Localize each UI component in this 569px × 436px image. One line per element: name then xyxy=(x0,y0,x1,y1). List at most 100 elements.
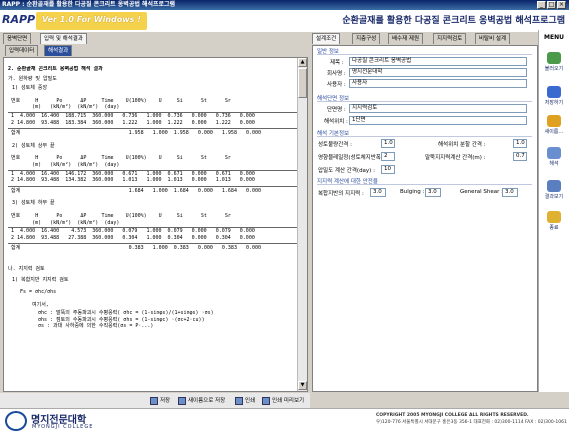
menu-save[interactable]: 저장하기 xyxy=(539,86,569,106)
report-scrollbar[interactable]: ▲ ▼ xyxy=(297,58,307,391)
b3-field[interactable]: 3.0 xyxy=(502,188,518,197)
section-location-label: 해석위치 : xyxy=(324,119,348,125)
minimize-button[interactable]: _ xyxy=(537,1,546,9)
tab-input-result[interactable]: 입력 및 해석결과 xyxy=(40,33,87,44)
table2-row: 2 14.800 93.488 134.382 360.000 1.013 1.… xyxy=(8,177,255,184)
table2-row: 1 4.000 16.400 146.172 360.000 0.671 1.0… xyxy=(8,169,298,178)
version-badge: Ver 1.0 For Windows ! xyxy=(36,12,147,30)
print-preview-icon xyxy=(262,397,270,405)
address-line: 우)120-776 서울특별시 서대문구 홍은3동 356-1 대표전화 : 0… xyxy=(376,420,567,425)
company-label: 회사명 : xyxy=(327,71,346,77)
save-as-icon xyxy=(178,397,186,405)
table1-row: 2 14.800 93.488 183.384 360.000 1.222 1.… xyxy=(8,119,255,126)
table3-header2: (m) (kN/m²) (kN/m²) (day) xyxy=(8,219,120,226)
c3-field[interactable]: 2 xyxy=(381,152,395,161)
tab-slope-design[interactable]: 비탈비 설계 xyxy=(475,33,511,44)
tab-drain-spec[interactable]: 배수재 제원 xyxy=(388,33,424,44)
menu-analyze[interactable]: 해석 xyxy=(539,147,569,167)
header-title: 순환골재를 활용한 다공질 콘크리트 옹벽공법 해석프로그램 xyxy=(300,10,569,32)
menu-analyze-label: 해석 xyxy=(549,161,559,167)
report-content: 2. 순환골재 콘크리트 옹벽공법 해석 결과 가. 원하량 및 압밀도 1) … xyxy=(8,66,298,386)
save-icon xyxy=(150,397,158,405)
table3-sum: 합계 0.383 1.000 0.383 0.000 0.383 0.000 xyxy=(8,243,298,252)
table3-row: 1 4.000 16.400 4.573 360.000 0.079 1.000… xyxy=(8,227,298,235)
section-name-label: 단면명 : xyxy=(327,107,346,113)
table2-sum: 합계 1.684 1.000 1.684 0.000 1.684 0.000 xyxy=(8,185,298,195)
save-as-label: 새이름으로 저장 xyxy=(188,398,226,404)
print-preview-button[interactable]: 인쇄 미리보기 xyxy=(262,396,304,406)
c4-field[interactable]: 0.7 xyxy=(513,152,527,161)
menu-save-as-label: 새이름… xyxy=(544,129,564,135)
report-where: 여기서, xyxy=(32,301,49,308)
results-icon xyxy=(547,180,561,192)
save-as-button[interactable]: 새이름으로 저장 xyxy=(178,396,225,406)
c1-field[interactable]: 1.0 xyxy=(381,139,395,148)
menu-results-label: 결과보기 xyxy=(544,194,564,200)
maximize-button[interactable]: □ xyxy=(547,1,556,9)
user-field[interactable]: 사용자 xyxy=(349,79,527,88)
university-name-en: MYONGJI COLLEGE xyxy=(32,424,94,430)
title-field[interactable]: 다공질 콘크리트 옹벽공법 xyxy=(349,57,527,66)
table3-header1: 번호 H Po ΔP Time U(100%) U Si St Sr xyxy=(8,212,231,219)
section-location-field[interactable]: 1단면 xyxy=(349,116,527,125)
c2-label: 해석위치 분할 간격 : xyxy=(438,142,486,148)
b2-field[interactable]: 3.0 xyxy=(425,188,441,197)
report-b1: 1) 복합지반 지지력 검토 xyxy=(12,277,69,284)
tab-bearing-check[interactable]: 지지력검토 xyxy=(433,33,467,44)
tab-analysis-result[interactable]: 해석결과 xyxy=(44,45,73,56)
report-s2: 2) 성토체 상부 끝 xyxy=(12,142,55,149)
company-field[interactable]: 명지전문대학 xyxy=(349,68,527,77)
c1-label: 성토불량간격 : xyxy=(318,142,352,148)
menu-save-as[interactable]: 새이름… xyxy=(539,115,569,135)
window-title-bar: RAPP : 순환골재를 활용한 다공질 콘크리트 옹벽공법 해석프로그램 xyxy=(0,0,569,10)
divider xyxy=(317,136,532,137)
section-name-field[interactable]: 지지력검토 xyxy=(349,104,527,113)
analyze-icon xyxy=(547,147,561,159)
menu-results[interactable]: 결과보기 xyxy=(539,180,569,200)
exit-icon xyxy=(547,211,561,223)
tab-section[interactable]: 옹벽단면 xyxy=(3,33,32,44)
menu-label: MENU xyxy=(544,34,564,41)
print-button[interactable]: 인쇄 xyxy=(235,396,255,406)
table1-row: 1 4.000 16.400 188.715 360.000 0.736 1.0… xyxy=(8,111,298,120)
print-label: 인쇄 xyxy=(245,398,256,404)
app-logo: RAPP xyxy=(2,13,36,26)
print-preview-label: 인쇄 미리보기 xyxy=(272,398,305,404)
table2-header2: (m) (kN/m²) (kN/m²) (day) xyxy=(8,161,120,168)
c5-label: 압밀도 계산 간격(day) : xyxy=(318,168,375,174)
save-label: 저장 xyxy=(160,398,171,404)
menu-open[interactable]: 불러오기 xyxy=(539,52,569,72)
print-icon xyxy=(235,397,243,405)
report-sec-b: 나. 지지력 검토 xyxy=(8,265,45,272)
tab-input-data[interactable]: 입력데이터 xyxy=(5,45,39,56)
menu-exit[interactable]: 종료 xyxy=(539,211,569,231)
c2-field[interactable]: 1.0 xyxy=(513,139,527,148)
title-label: 제목 : xyxy=(330,60,344,66)
tab-design-conditions[interactable]: 설계조건 xyxy=(312,33,341,44)
c4-label: 말뚝지지력계산 간격(m) : xyxy=(425,155,486,161)
save-button[interactable]: 저장 xyxy=(150,396,170,406)
divider xyxy=(317,184,532,185)
tab-strata[interactable]: 지층구성 xyxy=(352,33,381,44)
scroll-up-icon[interactable]: ▲ xyxy=(298,58,307,67)
report-s3: 3) 성토체 하부 끝 xyxy=(12,200,55,207)
table1-header2: (m) (kN/m²) (kN/m²) (day) xyxy=(8,104,120,111)
report-sec-a: 가. 원하량 및 압밀도 xyxy=(8,75,57,82)
window-title: RAPP : 순환골재를 활용한 다공질 콘크리트 옹벽공법 해석프로그램 xyxy=(2,1,176,8)
c5-field[interactable]: 10 xyxy=(381,165,395,174)
divider xyxy=(317,101,532,102)
save-as-disk-icon xyxy=(547,115,561,127)
report-formula: Fs = σhc/σhs xyxy=(20,289,57,296)
table3-row: 2 14.800 93.488 27.388 360.000 0.304 1.0… xyxy=(8,234,255,241)
copyright-line: COPYRIGHT 2005 MYONGJI COLLEGE ALL RIGHT… xyxy=(376,413,529,418)
scroll-thumb[interactable] xyxy=(298,68,307,98)
divider xyxy=(317,54,532,55)
scroll-down-icon[interactable]: ▼ xyxy=(298,381,307,390)
close-button[interactable]: × xyxy=(557,1,566,9)
b1-field[interactable]: 3.0 xyxy=(370,188,386,197)
b2-label: Bulging : xyxy=(400,189,425,195)
table2-header1: 번호 H Po ΔP Time U(100%) U Si St Sr xyxy=(8,155,231,162)
save-disk-icon xyxy=(547,86,561,98)
user-label: 사용자 : xyxy=(327,82,346,88)
open-icon xyxy=(547,52,561,64)
